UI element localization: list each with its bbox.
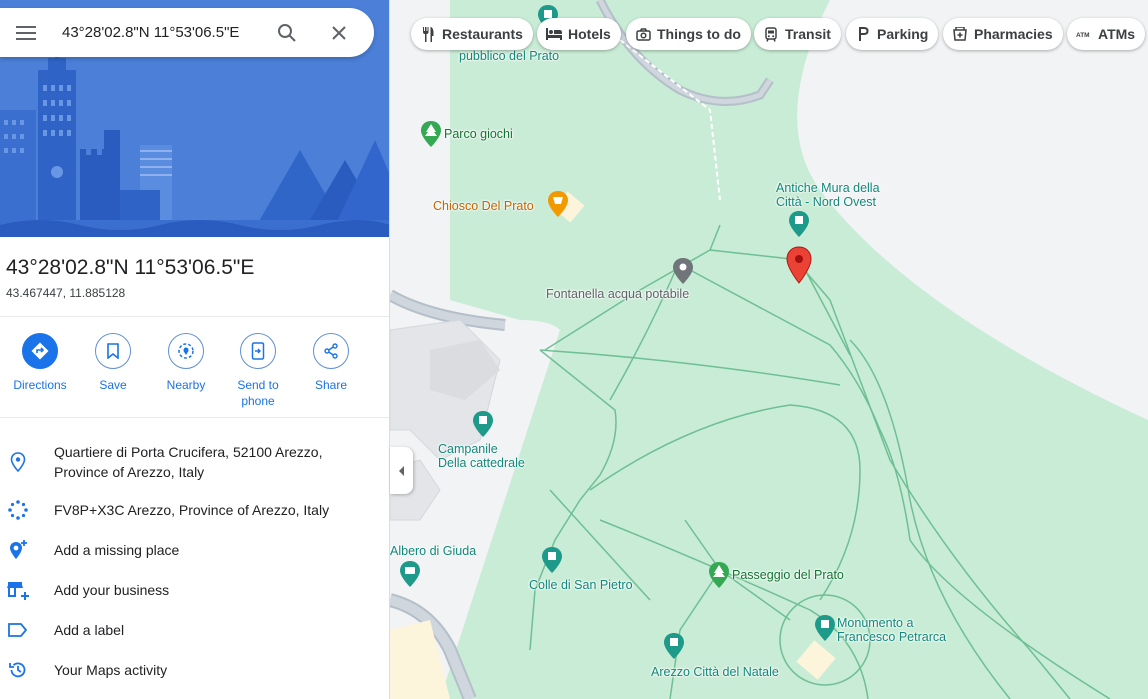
chip-pharmacies[interactable]: Pharmacies bbox=[943, 18, 1063, 50]
chip-restaurants[interactable]: Restaurants bbox=[411, 18, 533, 50]
restaurant-icon bbox=[423, 26, 434, 42]
maps-activity-text: Your Maps activity bbox=[54, 662, 168, 678]
add-label-row[interactable]: Add a label bbox=[0, 620, 389, 640]
map-canvas[interactable]: pubblico del Prato Parco giochi Chiosco … bbox=[390, 0, 1148, 699]
maps-activity-row[interactable]: Your Maps activity bbox=[0, 660, 389, 680]
camera-icon bbox=[635, 27, 651, 41]
search-input[interactable] bbox=[62, 24, 262, 41]
atm-icon: ATM bbox=[1076, 32, 1090, 39]
plus-code-row[interactable]: FV8P+X3C Arezzo, Province of Arezzo, Ita… bbox=[0, 500, 389, 520]
directions-icon bbox=[31, 342, 49, 360]
save-button[interactable]: Save bbox=[77, 333, 149, 393]
plus-code-icon bbox=[8, 500, 28, 520]
chip-atms-label: ATMs bbox=[1098, 26, 1136, 42]
map-label-colle[interactable]: Colle di San Pietro bbox=[529, 578, 633, 592]
search-button[interactable] bbox=[264, 10, 310, 56]
share-button[interactable]: Share bbox=[295, 333, 367, 393]
chip-parking-label: Parking bbox=[877, 26, 929, 42]
chip-things-to-do-label: Things to do bbox=[657, 26, 741, 42]
search-icon bbox=[278, 23, 296, 42]
place-panel: 43°28'02.8"N 11°53'06.5"E 43.467447, 11.… bbox=[0, 0, 390, 699]
historic-walls-icon[interactable] bbox=[788, 210, 810, 238]
add-business-icon bbox=[7, 582, 29, 600]
transit-icon bbox=[765, 26, 777, 42]
svg-text:ATM: ATM bbox=[1076, 32, 1090, 39]
add-missing-place-row[interactable]: Add a missing place bbox=[0, 540, 389, 560]
bookmark-icon bbox=[107, 343, 119, 359]
menu-button[interactable] bbox=[0, 8, 52, 57]
address-text: Quartiere di Porta Crucifera, 52100 Arez… bbox=[54, 444, 323, 480]
address-row[interactable]: Quartiere di Porta Crucifera, 52100 Arez… bbox=[0, 442, 389, 482]
share-label: Share bbox=[314, 378, 348, 392]
chip-pharmacies-label: Pharmacies bbox=[974, 26, 1053, 42]
map-label-campanile[interactable]: Campanile Della cattedrale bbox=[438, 442, 525, 470]
send-to-phone-button[interactable]: Send to phone bbox=[222, 333, 294, 409]
plus-code-text: FV8P+X3C Arezzo, Province of Arezzo, Ita… bbox=[54, 502, 330, 518]
map-label-albero[interactable]: Albero di Giuda bbox=[390, 544, 476, 558]
divider bbox=[0, 417, 389, 418]
map-base-layer[interactable] bbox=[390, 0, 1148, 699]
search-box[interactable] bbox=[0, 8, 374, 57]
place-title: 43°28'02.8"N 11°53'06.5"E bbox=[6, 256, 255, 279]
add-business-text: Add your business bbox=[54, 582, 170, 598]
collapse-panel-button[interactable] bbox=[390, 447, 413, 494]
chip-hotels[interactable]: Hotels bbox=[537, 18, 621, 50]
directions-button[interactable]: Directions bbox=[4, 333, 76, 393]
fountain-pin-icon[interactable] bbox=[672, 257, 694, 285]
chip-transit-label: Transit bbox=[785, 26, 831, 42]
chevron-left-icon bbox=[398, 465, 404, 476]
passeggio-tree-icon[interactable] bbox=[708, 561, 730, 589]
playground-tree-icon[interactable] bbox=[420, 120, 442, 148]
map-label-fontanella[interactable]: Fontanella acqua potabile bbox=[546, 287, 689, 301]
add-location-icon bbox=[10, 540, 27, 559]
map-label-parco[interactable]: pubblico del Prato bbox=[459, 49, 559, 63]
send-to-phone-icon bbox=[251, 342, 265, 360]
clear-search-button[interactable] bbox=[316, 10, 362, 56]
map-label-passeggio[interactable]: Passeggio del Prato bbox=[732, 568, 844, 582]
add-missing-place-text: Add a missing place bbox=[54, 542, 180, 558]
nearby-button[interactable]: Nearby bbox=[150, 333, 222, 393]
action-bar: Directions Save Nearby Send to phone Sha… bbox=[0, 333, 389, 413]
map-label-monumento[interactable]: Monumento a Francesco Petrarca bbox=[837, 616, 946, 644]
location-pin-icon bbox=[10, 452, 26, 472]
map-label-chiosco[interactable]: Chiosco Del Prato bbox=[433, 199, 534, 213]
hamburger-menu-icon bbox=[16, 25, 36, 40]
chip-atms[interactable]: ATM ATMs bbox=[1067, 18, 1146, 50]
chip-transit[interactable]: Transit bbox=[754, 18, 841, 50]
decimal-coordinates: 43.467447, 11.885128 bbox=[6, 286, 126, 300]
map-label-antiche-mura[interactable]: Antiche Mura della Città - Nord Ovest bbox=[776, 181, 880, 209]
christmas-city-icon[interactable] bbox=[663, 632, 685, 660]
albero-camera-icon[interactable] bbox=[399, 560, 421, 588]
add-business-row[interactable]: Add your business bbox=[0, 580, 389, 600]
dropped-pin-icon[interactable] bbox=[786, 246, 812, 284]
share-icon bbox=[324, 343, 338, 359]
add-label-text: Add a label bbox=[54, 622, 125, 638]
save-label: Save bbox=[99, 378, 127, 392]
history-icon bbox=[9, 662, 26, 678]
chip-restaurants-label: Restaurants bbox=[442, 26, 523, 42]
hotel-icon bbox=[546, 28, 562, 40]
chip-parking[interactable]: Parking bbox=[846, 18, 939, 50]
colle-landmark-icon[interactable] bbox=[541, 546, 563, 574]
bell-tower-icon[interactable] bbox=[472, 410, 494, 438]
label-icon bbox=[8, 623, 28, 637]
chip-hotels-label: Hotels bbox=[568, 26, 611, 42]
chip-things-to-do[interactable]: Things to do bbox=[626, 18, 751, 50]
parking-icon bbox=[858, 27, 868, 41]
send-to-phone-label: Send to phone bbox=[237, 378, 279, 408]
nearby-icon bbox=[178, 343, 194, 359]
kiosk-food-icon[interactable] bbox=[547, 190, 569, 218]
directions-label: Directions bbox=[13, 378, 67, 392]
divider bbox=[0, 316, 389, 317]
nearby-label: Nearby bbox=[166, 378, 206, 392]
close-icon bbox=[332, 25, 346, 40]
pharmacy-icon bbox=[953, 27, 967, 41]
monument-icon[interactable] bbox=[814, 614, 836, 642]
map-label-parco-giochi[interactable]: Parco giochi bbox=[444, 127, 513, 141]
map-label-arezzo-natale[interactable]: Arezzo Città del Natale bbox=[651, 665, 779, 679]
